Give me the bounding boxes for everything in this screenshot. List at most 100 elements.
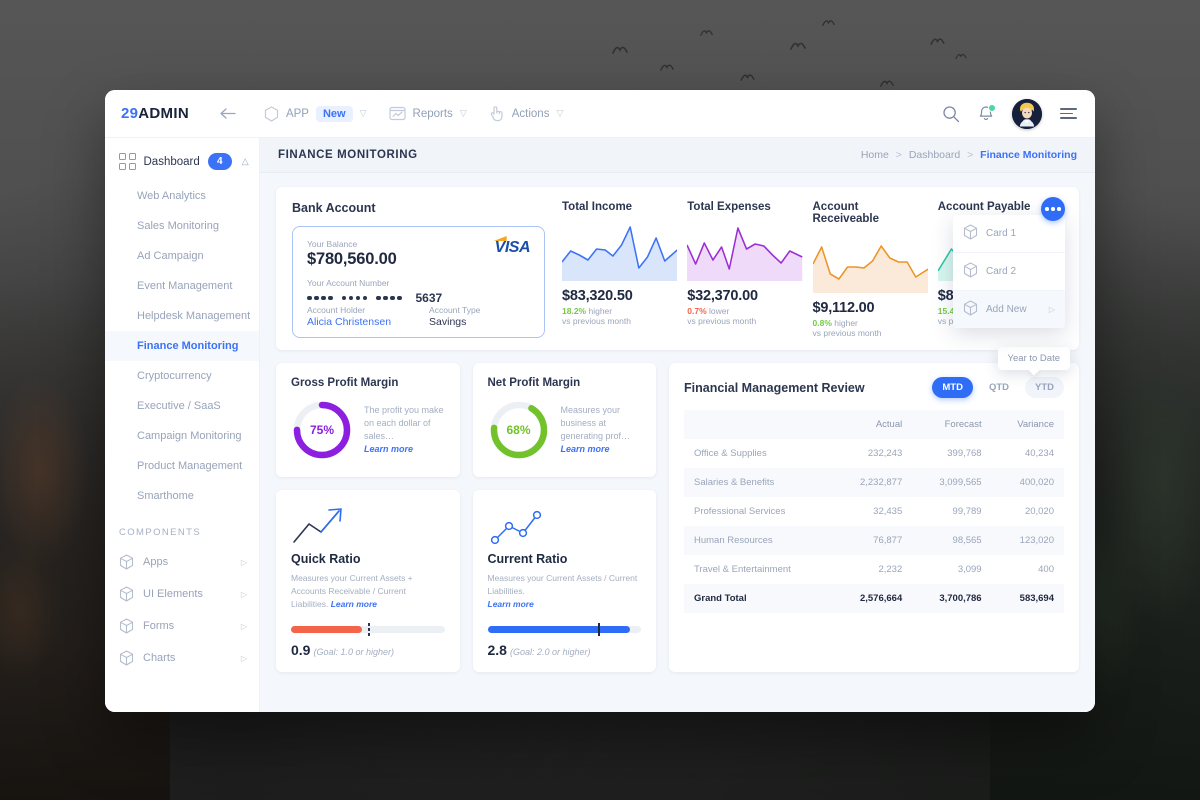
sidebar-item-sales-monitoring[interactable]: Sales Monitoring <box>105 211 259 241</box>
ratio-value: 2.8 (Goal: 2.0 or higher) <box>488 642 642 658</box>
sparkline-total-income <box>562 219 678 281</box>
kpi-delta-word: lower <box>709 306 730 316</box>
chevron-right-icon: ▷ <box>240 589 247 599</box>
row-label: Salaries & Benefits <box>694 477 775 488</box>
sidebar-item-dashboard[interactable]: Dashboard 4 △ <box>105 144 259 179</box>
top-menu-label-reports: Reports <box>412 107 453 120</box>
card-title: Financial Management Review <box>684 380 865 395</box>
sidebar-item-ui-elements[interactable]: UI Elements ▷ <box>105 578 259 610</box>
collapse-sidebar-icon[interactable] <box>219 107 236 120</box>
learn-more-link[interactable]: Learn more <box>364 444 413 454</box>
profit-margin-row: Gross Profit Margin 75% The profit you m… <box>276 363 656 477</box>
card-description: Measures your business at generating pro… <box>561 404 642 456</box>
progress-fill <box>291 625 362 633</box>
sidebar-item-apps[interactable]: Apps ▷ <box>105 546 259 578</box>
table-row[interactable]: Office & Supplies 232,243 399,768 40,234 <box>684 439 1064 468</box>
row-variance: 20,020 <box>1024 506 1054 517</box>
segment-mtd[interactable]: MTD <box>932 377 973 398</box>
dropdown-item-card-1[interactable]: Card 1 <box>953 215 1065 253</box>
table-row[interactable]: Human Resources 76,877 98,565 123,020 <box>684 526 1064 555</box>
balance-value: $780,560.00 <box>307 250 397 268</box>
learn-more-link[interactable]: Learn more <box>331 599 377 609</box>
sidebar-item-smarthome[interactable]: Smarthome <box>105 481 259 511</box>
kpi-subtext: vs previous month <box>687 316 757 326</box>
card-description: The profit you make on each dollar of sa… <box>364 404 445 456</box>
more-options-button[interactable] <box>1041 197 1065 221</box>
kpi-delta-pct: 0.7% <box>687 306 707 316</box>
quick-ratio-card: Quick Ratio Measures your Current Assets… <box>276 490 460 672</box>
chevron-down-icon[interactable]: ▽ <box>360 108 367 119</box>
sparkline-account-receiveable <box>812 231 928 293</box>
row-forecast: 399,768 <box>947 448 982 459</box>
sidebar-item-product-management[interactable]: Product Management <box>105 451 259 481</box>
ratio-goal: (Goal: 2.0 or higher) <box>509 646 591 657</box>
ratio-value: 0.9 (Goal: 1.0 or higher) <box>291 642 445 658</box>
row-label: Professional Services <box>694 506 786 517</box>
table-row[interactable]: Salaries & Benefits 2,232,877 3,099,565 … <box>684 468 1064 497</box>
sidebar-item-event-management[interactable]: Event Management <box>105 271 259 301</box>
breadcrumb-dashboard[interactable]: Dashboard <box>909 149 960 161</box>
row-actual: 2,232,877 <box>859 477 903 488</box>
card-title: Current Ratio <box>487 552 568 566</box>
bird-decoration <box>930 36 945 46</box>
search-icon[interactable] <box>942 105 960 123</box>
breadcrumb-home[interactable]: Home <box>861 149 889 161</box>
sidebar-dashboard-label: Dashboard <box>143 155 200 168</box>
row-variance: 40,234 <box>1024 448 1054 459</box>
avatar[interactable] <box>1012 98 1042 129</box>
sidebar-item-helpdesk-management[interactable]: Helpdesk Management <box>105 301 259 331</box>
dashboard-content: Bank Account Your Balance $780,560.00 VI… <box>260 173 1095 712</box>
sidebar-item-campaign-monitoring[interactable]: Campaign Monitoring <box>105 421 259 451</box>
balance-label: Your Balance <box>307 239 358 249</box>
top-menu-item-app[interactable]: APP New ▽ <box>264 105 367 122</box>
row-variance: 400 <box>1038 564 1054 575</box>
chevron-up-icon[interactable]: △ <box>242 156 249 167</box>
dropdown-item-add-new[interactable]: Add New ▷ <box>953 291 1065 328</box>
sidebar-item-finance-monitoring[interactable]: Finance Monitoring <box>105 331 259 361</box>
kpi-delta-word: higher <box>588 306 613 316</box>
row-variance: 400,020 <box>1019 477 1054 488</box>
sidebar-item-web-analytics[interactable]: Web Analytics <box>105 181 259 211</box>
description-text: Measures your business at generating pro… <box>560 404 631 441</box>
dropdown-item-card-2[interactable]: Card 2 <box>953 253 1065 291</box>
cube-icon <box>119 618 134 634</box>
top-menu-item-reports[interactable]: Reports ▽ <box>388 106 467 121</box>
sidebar-item-forms[interactable]: Forms ▷ <box>105 610 259 642</box>
account-number-value: 5637 <box>307 291 530 305</box>
main-content: FINANCE MONITORING Home > Dashboard > Fi… <box>260 138 1095 712</box>
ratio-row: Quick Ratio Measures your Current Assets… <box>276 490 656 672</box>
breadcrumb-separator: > <box>967 149 974 161</box>
top-menu: APP New ▽ Reports ▽ Actions ▽ <box>264 105 563 122</box>
menu-hamburger-icon[interactable] <box>1060 108 1077 119</box>
visa-logo: VISA <box>494 239 531 256</box>
lower-section: Gross Profit Margin 75% The profit you m… <box>276 347 1079 672</box>
top-menu-item-actions[interactable]: Actions ▽ <box>489 105 563 122</box>
more-options-dropdown: Card 1 Card 2 Add New ▷ <box>953 215 1065 328</box>
goal-marker <box>598 622 601 636</box>
ratio-goal: (Goal: 1.0 or higher) <box>313 646 395 657</box>
notifications-bell-icon[interactable] <box>978 103 996 123</box>
column-header-variance: Variance <box>991 410 1064 439</box>
sidebar-item-executive-saas[interactable]: Executive / SaaS <box>105 391 259 421</box>
chevron-down-icon[interactable]: ▽ <box>460 108 467 119</box>
kpi-account-receiveable: Account Receiveable $9,112.00 0.8% highe… <box>812 201 938 338</box>
bird-decoration <box>790 40 806 51</box>
bank-account-section: Bank Account Your Balance $780,560.00 VI… <box>292 201 545 338</box>
learn-more-link[interactable]: Learn more <box>488 599 534 609</box>
table-row[interactable]: Professional Services 32,435 99,789 20,0… <box>684 497 1064 526</box>
chevron-down-icon[interactable]: ▽ <box>556 108 563 119</box>
sidebar-item-ad-campaign[interactable]: Ad Campaign <box>105 241 259 271</box>
description-text: Measures your Current Assets / Current L… <box>487 573 638 597</box>
account-type-label: Account Type <box>429 305 481 315</box>
sidebar-item-charts[interactable]: Charts ▷ <box>105 642 259 674</box>
learn-more-link[interactable]: Learn more <box>561 444 610 454</box>
gross-profit-margin-card: Gross Profit Margin 75% The profit you m… <box>276 363 460 477</box>
sidebar-item-cryptocurrency[interactable]: Cryptocurrency <box>105 361 259 391</box>
table-row[interactable]: Travel & Entertainment 2,232 3,099 400 <box>684 555 1064 584</box>
credit-card[interactable]: Your Balance $780,560.00 VISA Your Accou… <box>292 226 545 338</box>
app-logo[interactable]: 29ADMIN <box>121 105 189 122</box>
top-menu-label-app: APP <box>285 107 309 120</box>
segment-qtd[interactable]: QTD <box>979 377 1019 398</box>
segment-ytd[interactable]: YTD <box>1025 377 1064 398</box>
card-title: Quick Ratio <box>291 552 361 566</box>
